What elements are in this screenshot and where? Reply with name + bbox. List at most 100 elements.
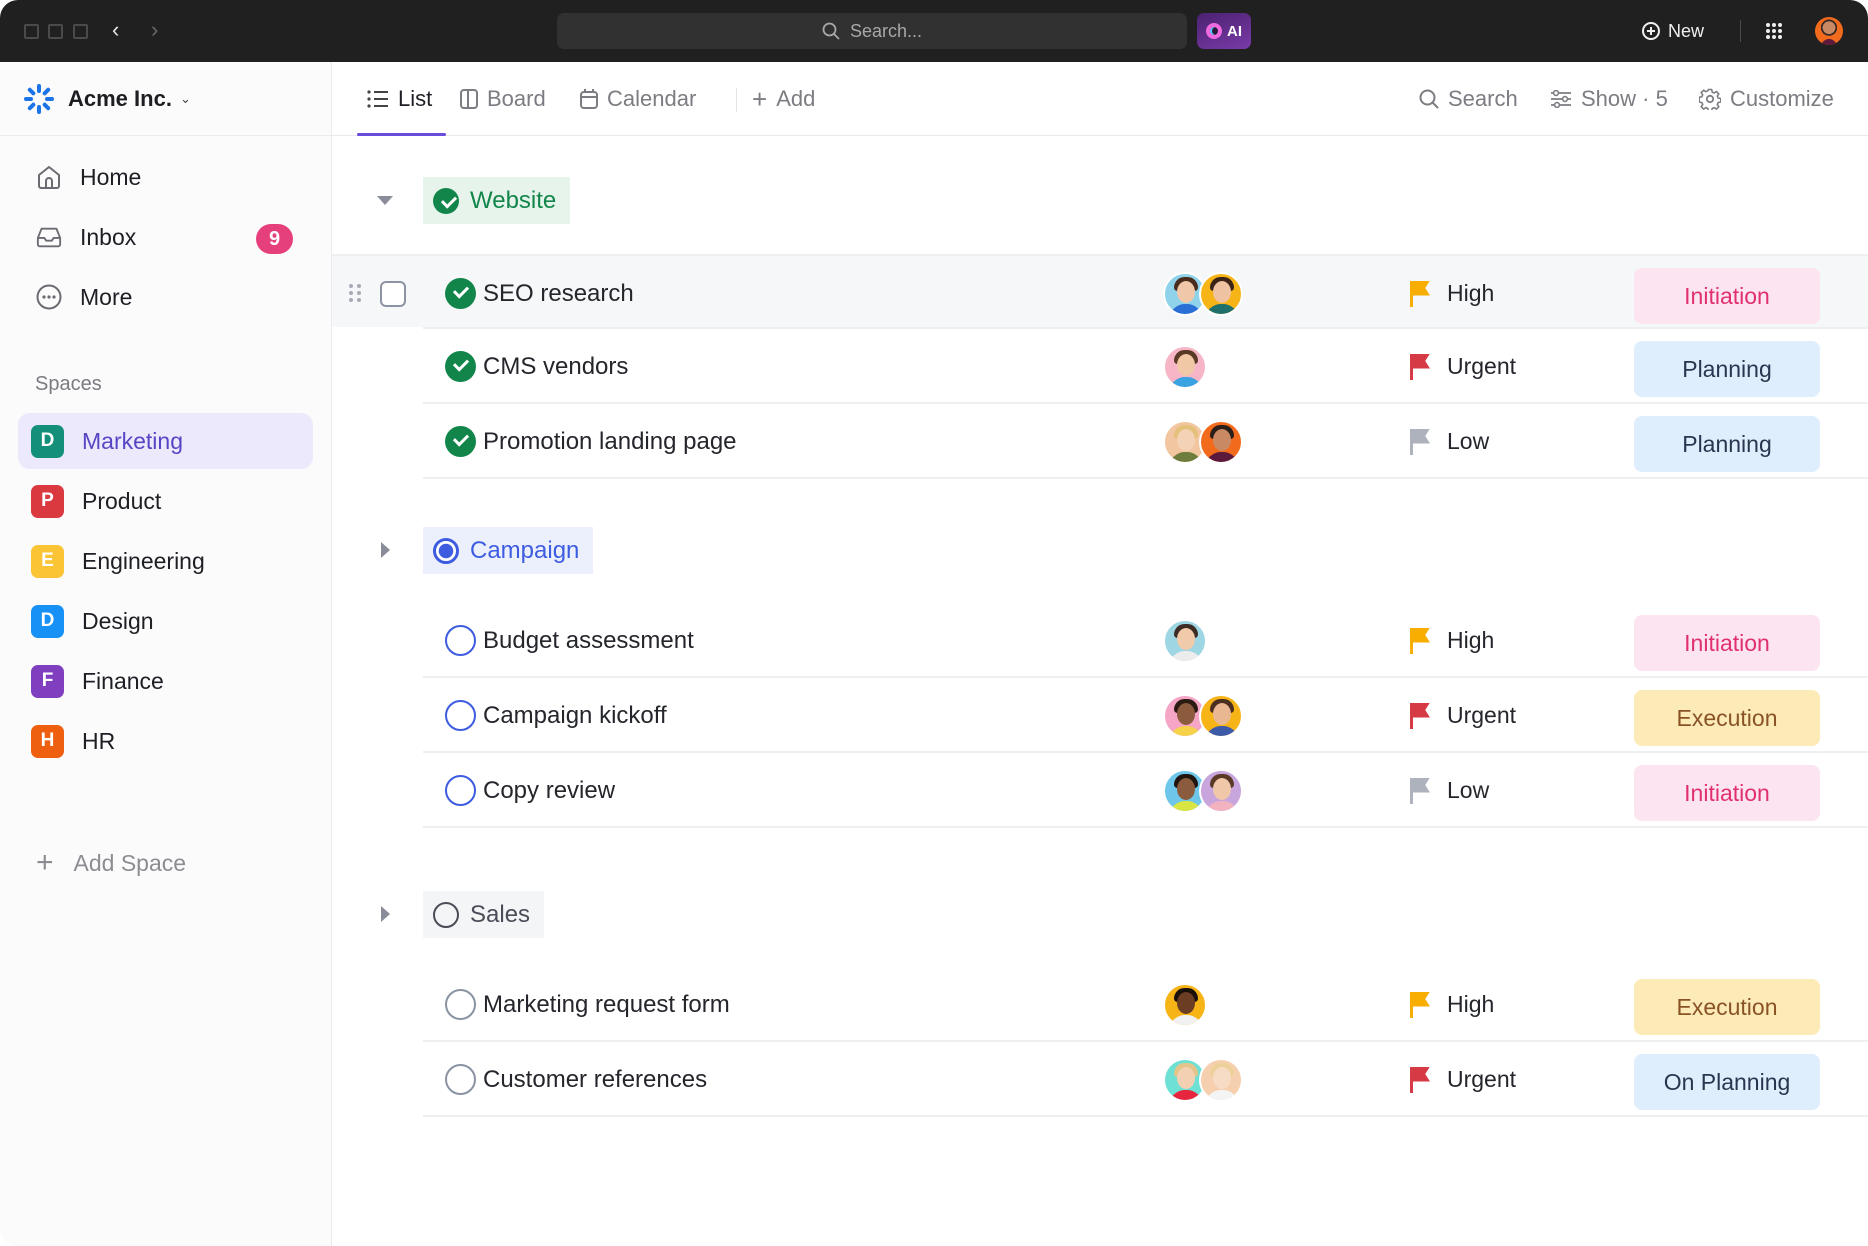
assignee-avatars[interactable] — [1163, 420, 1243, 464]
task-name[interactable]: Customer references — [483, 1042, 707, 1117]
stage-badge[interactable]: Execution — [1634, 979, 1820, 1035]
task-name[interactable]: CMS vendors — [483, 329, 628, 404]
tab-label: Board — [487, 86, 546, 111]
assignee-avatars[interactable] — [1163, 619, 1207, 663]
task-name[interactable]: SEO research — [483, 256, 634, 331]
task-complete-check-icon[interactable] — [445, 351, 476, 382]
task-status-circle-icon[interactable] — [445, 775, 476, 806]
window-control-icon[interactable] — [48, 24, 63, 39]
assignee-avatar[interactable] — [1163, 345, 1207, 389]
sidebar-space-finance[interactable]: F Finance — [18, 653, 313, 709]
task-status-circle-icon[interactable] — [445, 989, 476, 1020]
table-row[interactable]: Customer references Urgent On Planning — [423, 1042, 1868, 1117]
expand-caret-icon[interactable] — [381, 906, 390, 922]
stage-badge[interactable]: Initiation — [1634, 615, 1820, 671]
spaces-heading: Spaces — [35, 373, 102, 395]
space-avatar-tile: D — [31, 424, 64, 458]
tab-list[interactable]: List — [367, 62, 432, 136]
table-row[interactable]: Copy review Low Initiation — [423, 753, 1868, 828]
back-arrow-icon[interactable]: ‹ — [112, 15, 119, 45]
group-header-sales[interactable]: Sales — [423, 891, 545, 938]
show-columns-button[interactable]: Show · 5 — [1550, 62, 1668, 136]
window-control-icon[interactable] — [73, 24, 88, 39]
assignee-avatars[interactable] — [1163, 769, 1243, 813]
task-complete-check-icon[interactable] — [445, 278, 476, 309]
assignee-avatar[interactable] — [1163, 619, 1207, 663]
tab-board[interactable]: Board — [460, 62, 546, 136]
priority-field[interactable]: Low — [1410, 753, 1489, 828]
table-row[interactable]: CMS vendors Urgent Planning — [423, 329, 1868, 404]
sidebar-item-home[interactable]: Home — [18, 149, 313, 205]
priority-field[interactable]: Urgent — [1410, 678, 1516, 753]
task-complete-check-icon[interactable] — [445, 426, 476, 457]
sidebar-space-design[interactable]: D Design — [18, 593, 313, 649]
stage-badge[interactable]: Planning — [1634, 341, 1820, 397]
priority-field[interactable]: High — [1410, 603, 1494, 678]
new-button[interactable]: New — [1642, 16, 1704, 46]
sidebar-space-marketing[interactable]: D Marketing — [18, 413, 313, 469]
collapse-caret-icon[interactable] — [377, 196, 393, 205]
user-avatar[interactable] — [1815, 17, 1843, 45]
assignee-avatar[interactable] — [1199, 420, 1243, 464]
priority-field[interactable]: High — [1410, 967, 1494, 1042]
stage-badge[interactable]: Initiation — [1634, 268, 1820, 324]
drag-handle-icon[interactable] — [349, 284, 361, 302]
priority-field[interactable]: Urgent — [1410, 1042, 1516, 1117]
search-tasks-button[interactable]: Search — [1419, 62, 1518, 136]
assignee-avatars[interactable] — [1163, 272, 1243, 316]
table-row[interactable]: Promotion landing page Low Planning — [423, 404, 1868, 479]
assignee-avatars[interactable] — [1163, 694, 1243, 738]
task-name[interactable]: Promotion landing page — [483, 404, 737, 479]
stage-badge[interactable]: Initiation — [1634, 765, 1820, 821]
sidebar-space-product[interactable]: P Product — [18, 473, 313, 529]
assignee-avatars[interactable] — [1163, 983, 1207, 1027]
task-status-circle-icon[interactable] — [445, 1064, 476, 1095]
assignee-avatar[interactable] — [1163, 983, 1207, 1027]
add-view-button[interactable]: + Add — [752, 62, 815, 136]
tab-calendar[interactable]: Calendar — [580, 62, 696, 136]
table-row[interactable]: SEO research High Initiation — [332, 254, 1868, 329]
assignee-avatar[interactable] — [1199, 1058, 1243, 1102]
assignee-avatars[interactable] — [1163, 1058, 1243, 1102]
add-space-button[interactable]: + Add Space — [36, 848, 186, 878]
apps-grid-icon[interactable] — [1766, 23, 1782, 39]
sidebar-space-engineering[interactable]: E Engineering — [18, 533, 313, 589]
task-name[interactable]: Marketing request form — [483, 967, 730, 1042]
row-select-checkbox[interactable] — [380, 281, 406, 307]
group-header-campaign[interactable]: Campaign — [423, 527, 594, 574]
table-row[interactable]: Marketing request form High Execution — [423, 967, 1868, 1042]
customize-button[interactable]: Customize — [1699, 62, 1834, 136]
stage-badge[interactable]: Planning — [1634, 416, 1820, 472]
sidebar-item-more[interactable]: More — [18, 269, 313, 325]
space-label: Product — [82, 487, 162, 514]
priority-flag-icon — [1410, 702, 1430, 729]
task-name[interactable]: Campaign kickoff — [483, 678, 667, 753]
task-name[interactable]: Budget assessment — [483, 603, 694, 678]
space-label: HR — [82, 727, 116, 754]
task-status-circle-icon[interactable] — [445, 625, 476, 656]
task-status-circle-icon[interactable] — [445, 700, 476, 731]
assignee-avatar[interactable] — [1199, 694, 1243, 738]
assignee-avatars[interactable] — [1163, 345, 1207, 389]
expand-caret-icon[interactable] — [381, 542, 390, 558]
group-header-website[interactable]: Website — [423, 177, 571, 224]
stage-badge[interactable]: Execution — [1634, 690, 1820, 746]
workspace-switcher[interactable]: Acme Inc. ⌄ — [0, 62, 331, 136]
ai-button[interactable]: AI — [1197, 13, 1251, 49]
table-row[interactable]: Budget assessment High Initiation — [423, 603, 1868, 678]
priority-field[interactable]: Low — [1410, 404, 1489, 479]
sidebar-item-inbox[interactable]: Inbox 9 — [18, 209, 313, 265]
assignee-avatar[interactable] — [1199, 272, 1243, 316]
priority-field[interactable]: Urgent — [1410, 329, 1516, 404]
stage-badge[interactable]: On Planning — [1634, 1054, 1820, 1110]
table-row[interactable]: Campaign kickoff Urgent Execution — [423, 678, 1868, 753]
view-toolbar: List Board Calendar + Add Search Show · … — [332, 62, 1868, 136]
global-search-input[interactable]: Search... — [557, 13, 1187, 49]
window-control-icon[interactable] — [24, 24, 39, 39]
task-name[interactable]: Copy review — [483, 753, 615, 828]
forward-arrow-icon[interactable]: › — [151, 15, 158, 45]
sidebar-space-hr[interactable]: H HR — [18, 713, 313, 769]
assignee-avatar[interactable] — [1199, 769, 1243, 813]
priority-field[interactable]: High — [1410, 256, 1494, 331]
workspace-name: Acme Inc. — [68, 85, 172, 111]
